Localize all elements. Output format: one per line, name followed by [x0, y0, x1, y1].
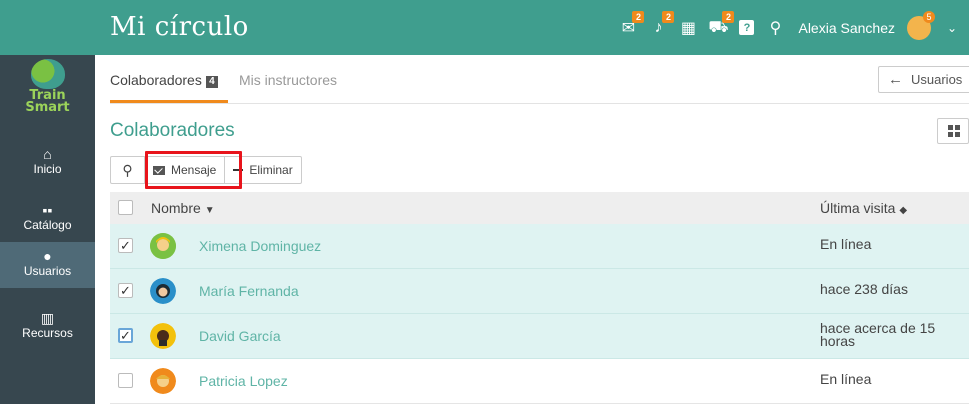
page-title: Mi círculo [110, 12, 249, 42]
avatar [150, 233, 176, 259]
tab-count-badge: 4 [205, 76, 218, 88]
sidebar-top [0, 0, 95, 55]
avatar-badge: 5 [923, 10, 935, 23]
user-name-link[interactable]: Ximena Dominguez [199, 238, 321, 254]
envelope-icon [153, 165, 165, 175]
user-avatar-icon [150, 323, 176, 349]
sidebar: Train Smart ⌂ Inicio ▪▪ Catálogo ● Usuari… [0, 55, 95, 404]
tab-mis-instructores[interactable]: Mis instructores [239, 72, 337, 88]
sidebar-item-label: Catálogo [23, 218, 72, 232]
minus-icon [233, 169, 244, 171]
user-avatar-icon [150, 368, 176, 394]
user-avatar-icon [150, 233, 176, 259]
calendar-icon[interactable]: ▦ [679, 19, 697, 37]
back-button-label: Usuarios [911, 72, 963, 87]
search-icon[interactable]: ⚲ [766, 19, 784, 37]
logo[interactable]: Train Smart [0, 55, 95, 140]
chevron-down-icon[interactable]: ⌄ [943, 19, 961, 37]
avatar [150, 278, 176, 304]
table-row[interactable]: ✓ Ximena Dominguez En línea [110, 224, 969, 269]
column-header-name[interactable]: Nombre ▼ [151, 200, 215, 216]
messages-icon[interactable]: ✉ 2 [619, 10, 645, 37]
notifications-icon[interactable]: ♪ 2 [649, 10, 675, 37]
sidebar-item-label: Usuarios [23, 264, 72, 278]
avatar [150, 323, 176, 349]
last-visit: En línea [820, 371, 872, 387]
row-checkbox[interactable]: ✓ [118, 283, 133, 298]
section-title: Colaboradores [110, 120, 235, 141]
row-checkbox[interactable] [118, 373, 133, 388]
arrow-left-icon: ← [888, 71, 903, 88]
table-row[interactable]: Patricia Lopez En línea [110, 359, 969, 404]
table-row[interactable]: ✓ David García hace acerca de 15 horas [110, 314, 969, 359]
sidebar-item-label: Recursos [22, 326, 73, 340]
sidebar-item-usuarios[interactable]: ● Usuarios [0, 242, 95, 288]
sidebar-item-inicio[interactable]: ⌂ Inicio [0, 140, 95, 186]
select-all-checkbox[interactable] [118, 200, 133, 215]
row-checkbox[interactable]: ✓ [118, 238, 133, 253]
last-visit: En línea [820, 236, 872, 252]
user-avatar[interactable]: 5 [907, 10, 935, 40]
user-name-link[interactable]: Patricia Lopez [199, 373, 288, 389]
last-visit: hace acerca de 15 horas [820, 320, 936, 349]
avatar [150, 368, 176, 394]
message-button[interactable]: Mensaje [145, 157, 226, 183]
grid-view-button[interactable] [937, 118, 969, 144]
home-icon: ⌂ [43, 146, 52, 162]
cart-badge: 2 [722, 10, 735, 23]
grid-icon: ▪▪ [42, 202, 53, 218]
sort-icon: ◆ [899, 205, 908, 216]
search-icon: ⚲ [122, 161, 133, 178]
help-icon[interactable]: ? [739, 20, 755, 35]
message-label: Mensaje [171, 163, 217, 177]
delete-button[interactable]: Eliminar [225, 157, 300, 183]
search-button[interactable]: ⚲ [111, 157, 145, 183]
last-visit: hace 238 días [820, 281, 908, 297]
sidebar-item-label: Inicio [33, 162, 62, 176]
user-name-link[interactable]: María Fernanda [199, 283, 299, 299]
table-row[interactable]: ✓ María Fernanda hace 238 días [110, 269, 969, 314]
column-header-visit[interactable]: Última visita ◆ [820, 200, 907, 216]
tab-colaboradores[interactable]: Colaboradores 4 [110, 72, 218, 88]
caret-down-icon: ▼ [204, 205, 215, 216]
grid-icon [948, 125, 960, 137]
back-to-usuarios-button[interactable]: ← Usuarios [878, 66, 969, 93]
logo-text: Train Smart [25, 88, 70, 115]
user-name-link[interactable]: David García [199, 328, 281, 344]
tabs-divider [110, 103, 969, 104]
user-avatar-icon [150, 278, 176, 304]
notifications-badge: 2 [662, 10, 675, 23]
user-name[interactable]: Alexia Sanchez [798, 20, 895, 36]
sidebar-item-catalogo[interactable]: ▪▪ Catálogo [0, 196, 95, 242]
table-header: Nombre ▼ Última visita ◆ [110, 192, 969, 224]
library-icon: ▥ [40, 310, 55, 326]
user-icon: ● [43, 248, 52, 264]
sidebar-item-recursos[interactable]: ▥ Recursos [0, 304, 95, 350]
delete-label: Eliminar [249, 163, 293, 177]
cart-icon[interactable]: ⛟ 2 [708, 10, 735, 37]
top-icons: ✉ 2 ♪ 2 ▦ ⛟ 2 ? ⚲ Alexia Sanchez 5 ⌄ [619, 0, 961, 55]
row-checkbox[interactable]: ✓ [118, 328, 133, 343]
action-toolbar: ⚲ Mensaje Eliminar [110, 156, 302, 184]
messages-badge: 2 [632, 10, 645, 23]
logo-mark-icon [31, 59, 65, 89]
